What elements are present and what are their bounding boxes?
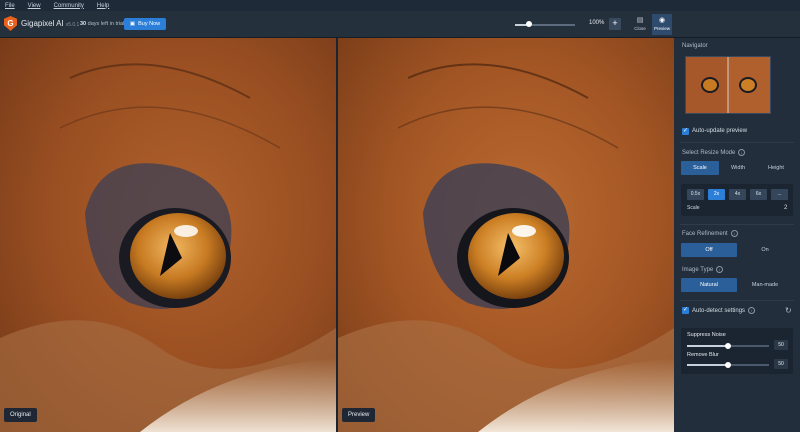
scale-2x-button[interactable]: 2x: [708, 189, 725, 200]
menu-file[interactable]: File: [5, 3, 15, 9]
zoom-slider-handle[interactable]: [526, 21, 532, 27]
preview-view-button[interactable]: ◉ Preview: [652, 14, 672, 35]
scale-value[interactable]: 2: [784, 205, 787, 211]
image-type-natural[interactable]: Natural: [681, 278, 737, 292]
resize-mode-height[interactable]: Height: [757, 161, 795, 175]
close-view-button[interactable]: ▤ Close: [630, 14, 650, 35]
buy-now-button[interactable]: ▣ Buy Now: [124, 18, 166, 30]
resize-mode-width[interactable]: Width: [719, 161, 757, 175]
face-refinement-title: Face Refinement i: [682, 230, 738, 237]
auto-detect-label-text: Auto-detect settings: [692, 308, 746, 315]
preview-image-pane[interactable]: Preview: [338, 38, 674, 432]
app-name: Gigapixel AI: [21, 19, 64, 28]
image-type-title: Image Type i: [682, 266, 724, 274]
divider: [680, 300, 794, 301]
navigator-preview-image: [686, 57, 770, 113]
menu-help[interactable]: Help: [97, 3, 109, 9]
remove-blur-handle[interactable]: [725, 361, 731, 368]
info-icon[interactable]: i: [748, 307, 756, 314]
enhancement-sliders: Suppress Noise 50 Remove Blur 50: [681, 328, 793, 374]
face-refinement-on[interactable]: On: [737, 243, 793, 257]
original-fox-image: [0, 38, 336, 432]
menu-community[interactable]: Community: [54, 3, 84, 9]
auto-detect-label: Auto-detect settings i: [692, 307, 756, 315]
suppress-noise-handle[interactable]: [725, 342, 731, 349]
suppress-noise-slider[interactable]: [687, 342, 769, 349]
info-icon[interactable]: i: [716, 266, 724, 273]
face-refinement-title-text: Face Refinement: [682, 231, 728, 238]
divider: [680, 142, 794, 143]
original-image-pane[interactable]: Original: [0, 38, 336, 432]
auto-update-label: Auto-update preview: [692, 128, 748, 134]
zoom-in-button[interactable]: +: [609, 18, 621, 30]
scale-custom-button[interactable]: ...: [771, 189, 788, 200]
resize-mode-scale[interactable]: Scale: [681, 161, 719, 175]
trial-suffix: days left in trial: [87, 21, 125, 27]
suppress-noise-label: Suppress Noise: [687, 332, 726, 338]
buy-now-label: Buy Now: [138, 21, 161, 27]
resize-mode-title: Select Resize Mode i: [682, 149, 746, 157]
remove-blur-value[interactable]: 50: [774, 359, 788, 369]
scale-label: Scale: [687, 205, 700, 211]
info-icon[interactable]: i: [730, 230, 738, 237]
auto-detect-checkbox[interactable]: ✓: [682, 307, 689, 314]
app-version: v5.0.1: [65, 22, 80, 28]
menu-view[interactable]: View: [28, 3, 41, 9]
app-title: Gigapixel AI v5.0.1: [21, 19, 79, 28]
navigator-title: Navigator: [682, 43, 708, 49]
scale-panel: 0.5x 2x 4x 6x ... Scale 2: [681, 184, 793, 216]
zoom-slider[interactable]: [515, 21, 575, 27]
suppress-noise-fill: [687, 345, 728, 347]
trial-days: 30: [80, 21, 87, 27]
trial-notice: 30 days left in trial: [80, 21, 124, 27]
remove-blur-label: Remove Blur: [687, 352, 719, 358]
face-refinement-off[interactable]: Off: [681, 243, 737, 257]
zoom-level: 100%: [589, 20, 605, 26]
remove-blur-fill: [687, 364, 728, 366]
navigator-thumbnail[interactable]: [685, 56, 771, 114]
scale-6x-button[interactable]: 6x: [750, 189, 767, 200]
divider: [680, 224, 794, 225]
eye-icon: ◉: [658, 17, 666, 24]
close-view-label: Close: [634, 26, 646, 31]
top-toolbar: G Gigapixel AI v5.0.1 30 days left in tri…: [0, 11, 800, 38]
remove-blur-slider[interactable]: [687, 361, 769, 368]
original-label: Original: [4, 408, 37, 422]
preview-view-label: Preview: [653, 26, 670, 31]
preview-label: Preview: [342, 408, 376, 422]
suppress-noise-value[interactable]: 50: [774, 340, 788, 350]
image-type-title-text: Image Type: [682, 267, 714, 274]
auto-update-checkbox[interactable]: ✓: [682, 128, 689, 135]
settings-sidebar: Navigator ✓ Auto-update preview Select R…: [674, 38, 800, 432]
app-logo-icon: G: [4, 16, 17, 31]
info-icon[interactable]: i: [738, 149, 746, 156]
resize-mode-title-text: Select Resize Mode: [682, 150, 736, 157]
menu-bar: File View Community Help: [0, 0, 800, 11]
cart-icon: ▣: [129, 21, 136, 27]
refresh-icon[interactable]: ↻: [785, 306, 792, 315]
scale-0-5x-button[interactable]: 0.5x: [687, 189, 704, 200]
scale-4x-button[interactable]: 4x: [729, 189, 746, 200]
preview-fox-image: [338, 38, 674, 432]
single-view-icon: ▤: [636, 17, 644, 24]
image-type-man-made[interactable]: Man-made: [737, 278, 793, 292]
